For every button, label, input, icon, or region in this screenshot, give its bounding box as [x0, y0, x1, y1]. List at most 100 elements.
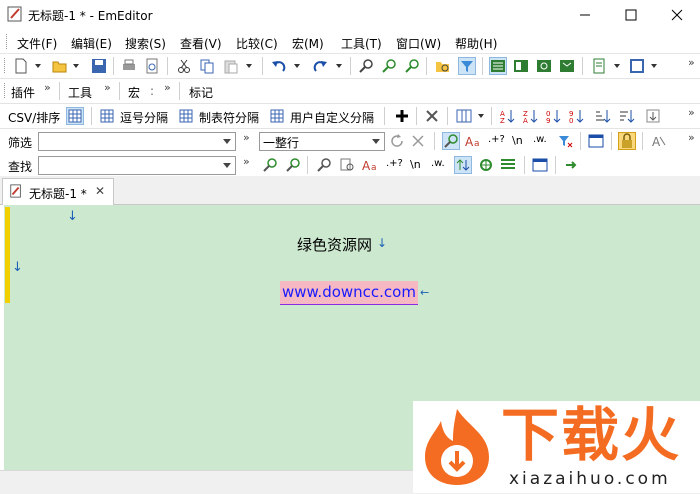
- undo-icon[interactable]: [271, 58, 287, 74]
- window-tile-icon[interactable]: [629, 58, 645, 74]
- sort-numeric-descending-icon[interactable]: 90: [568, 108, 584, 124]
- find-icon[interactable]: [358, 58, 374, 74]
- undo-dropdown-arrow[interactable]: [294, 64, 300, 68]
- incremental-search-icon[interactable]: [478, 157, 494, 173]
- whole-word-option[interactable]: .w.: [431, 158, 445, 169]
- csv-toolbar-overflow-chevron[interactable]: »: [688, 106, 695, 119]
- copy-icon[interactable]: [199, 58, 215, 74]
- whole-word-option[interactable]: .w.: [533, 134, 547, 145]
- find-window-icon[interactable]: [532, 157, 548, 173]
- tab-separated-icon[interactable]: [178, 108, 194, 124]
- find-input[interactable]: [38, 156, 236, 175]
- user-defined-separated-icon[interactable]: [269, 108, 285, 124]
- regex-option[interactable]: .+?: [488, 134, 505, 145]
- csv-sort-label[interactable]: CSV/排序: [8, 109, 60, 126]
- minimize-button[interactable]: [562, 0, 608, 30]
- plugins-overflow-chevron[interactable]: »: [44, 81, 51, 94]
- column-dropdown-arrow[interactable]: [478, 114, 484, 118]
- regex-option[interactable]: .+?: [386, 158, 403, 169]
- snippets-icon[interactable]: [559, 58, 575, 74]
- column-select-icon[interactable]: [456, 108, 472, 124]
- toolbar-overflow-chevron[interactable]: »: [688, 56, 695, 69]
- wrap-around-icon[interactable]: [454, 156, 472, 174]
- search-results-icon[interactable]: [500, 157, 516, 173]
- comma-separated-icon[interactable]: [99, 108, 115, 124]
- document-properties-icon[interactable]: [591, 58, 607, 74]
- editor-link-text[interactable]: www.downcc.com: [280, 281, 418, 305]
- refresh-icon[interactable]: [389, 133, 405, 149]
- sort-ascending-icon[interactable]: AZ: [499, 108, 515, 124]
- macro-toolbar-label[interactable]: 宏: [128, 84, 140, 101]
- redo-dropdown-arrow[interactable]: [336, 64, 342, 68]
- match-case-icon[interactable]: Aa: [465, 133, 481, 149]
- go-arrow-icon[interactable]: [563, 157, 579, 173]
- properties-dropdown-arrow[interactable]: [614, 64, 620, 68]
- filter-icon[interactable]: [458, 57, 476, 75]
- paste-icon[interactable]: [223, 58, 239, 74]
- marks-toolbar-label[interactable]: 标记: [189, 84, 213, 101]
- font-style-icon[interactable]: A: [651, 133, 667, 149]
- find-next-icon[interactable]: [381, 58, 397, 74]
- chevron-down-icon[interactable]: [223, 163, 231, 168]
- menu-view[interactable]: 查看(V): [180, 35, 222, 52]
- toolbar-grip[interactable]: [4, 58, 8, 73]
- menu-tools[interactable]: 工具(T): [341, 35, 382, 52]
- tab-untitled-1[interactable]: 无标题-1 * ✕: [2, 178, 114, 205]
- find-next-icon[interactable]: [285, 157, 301, 173]
- window-dropdown-arrow[interactable]: [651, 64, 657, 68]
- search-icon[interactable]: [442, 132, 460, 150]
- new-file-icon[interactable]: [13, 58, 29, 74]
- match-case-icon[interactable]: Aa: [362, 157, 378, 173]
- csv-tools-icon[interactable]: [424, 108, 440, 124]
- clear-filter-icon[interactable]: [410, 133, 426, 149]
- open-dropdown-arrow[interactable]: [73, 64, 79, 68]
- filter-input[interactable]: [38, 132, 236, 151]
- chevron-down-icon[interactable]: [372, 139, 380, 144]
- sidebar-icon[interactable]: [513, 58, 529, 74]
- toolbar-grip[interactable]: [6, 34, 10, 49]
- save-icon[interactable]: [91, 58, 107, 74]
- menu-search[interactable]: 搜索(S): [125, 35, 166, 52]
- filter-toolbar-overflow-chevron[interactable]: »: [688, 131, 695, 144]
- filter-overflow-chevron[interactable]: »: [243, 131, 250, 144]
- user-defined-separated-label[interactable]: 用户自定义分隔: [290, 109, 374, 126]
- close-button[interactable]: [654, 0, 700, 30]
- menu-macro[interactable]: 宏(M): [292, 35, 324, 52]
- menu-window[interactable]: 窗口(W): [396, 35, 441, 52]
- toolbar-grip[interactable]: [4, 83, 8, 98]
- menu-help[interactable]: 帮助(H): [455, 35, 497, 52]
- sort-numeric-ascending-icon[interactable]: 09: [545, 108, 561, 124]
- replace-icon[interactable]: [404, 58, 420, 74]
- print-icon[interactable]: [121, 58, 137, 74]
- new-dropdown-arrow[interactable]: [35, 64, 41, 68]
- open-folder-icon[interactable]: [52, 58, 68, 74]
- sort-options-icon[interactable]: [645, 108, 661, 124]
- redo-icon[interactable]: [312, 58, 328, 74]
- cut-icon[interactable]: [176, 58, 192, 74]
- maximize-button[interactable]: [608, 0, 654, 30]
- find-in-selection-icon[interactable]: [339, 157, 355, 173]
- highlight-search-icon[interactable]: [316, 157, 332, 173]
- menu-edit[interactable]: 编辑(E): [71, 35, 112, 52]
- add-column-icon[interactable]: [394, 108, 410, 124]
- filter-mode-select[interactable]: 一整行: [259, 132, 385, 151]
- macro-toolbar-grip[interactable]: :: [150, 84, 154, 98]
- tab-close-icon[interactable]: ✕: [95, 184, 105, 198]
- find-previous-icon[interactable]: [262, 157, 278, 173]
- filter-options-icon[interactable]: [557, 133, 573, 149]
- sync-icon[interactable]: [536, 58, 552, 74]
- newline-option[interactable]: \n: [410, 158, 421, 171]
- find-in-files-icon[interactable]: [435, 58, 451, 74]
- plugins-toolbar-label[interactable]: 插件: [11, 84, 35, 101]
- find-overflow-chevron[interactable]: »: [243, 155, 250, 168]
- lock-icon[interactable]: [618, 132, 636, 150]
- paste-dropdown-arrow[interactable]: [246, 64, 252, 68]
- print-preview-icon[interactable]: [144, 58, 160, 74]
- sort-length-descending-icon[interactable]: [619, 108, 635, 124]
- filter-window-icon[interactable]: [588, 133, 604, 149]
- normal-mode-icon[interactable]: [66, 107, 84, 125]
- sort-length-ascending-icon[interactable]: [595, 108, 611, 124]
- sort-descending-icon[interactable]: ZA: [522, 108, 538, 124]
- tools-overflow-chevron[interactable]: »: [104, 81, 111, 94]
- newline-option[interactable]: \n: [512, 134, 523, 147]
